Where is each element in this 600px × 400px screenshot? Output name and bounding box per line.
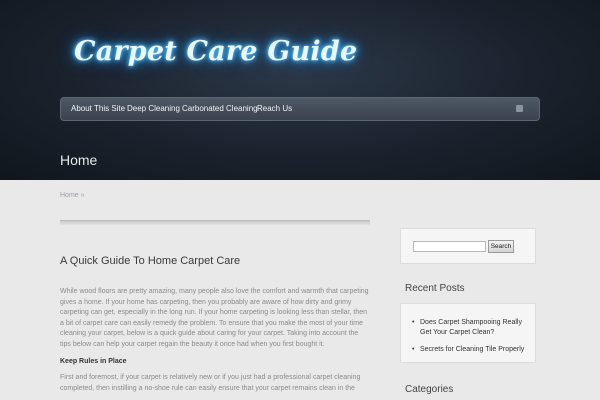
- nav-item-deep-cleaning[interactable]: Deep Cleaning: [127, 98, 180, 120]
- content-divider: [60, 220, 370, 225]
- breadcrumb[interactable]: Home »: [60, 192, 85, 199]
- recent-posts-title: Recent Posts: [405, 283, 465, 294]
- nav-item-reach-us[interactable]: Reach Us: [257, 98, 292, 120]
- recent-post-link[interactable]: Secrets for Cleaning Tile Properly: [412, 345, 530, 355]
- search-input[interactable]: [413, 241, 486, 252]
- content-area: Home » A Quick Guide To Home Carpet Care…: [0, 180, 600, 400]
- recent-post-link[interactable]: Does Carpet Shampooing Really Get Your C…: [412, 318, 530, 338]
- recent-post-item[interactable]: • Secrets for Cleaning Tile Properly: [412, 345, 530, 355]
- rss-icon[interactable]: [516, 105, 523, 112]
- post-title[interactable]: A Quick Guide To Home Carpet Care: [60, 255, 240, 267]
- recent-posts-widget: • Does Carpet Shampooing Really Get Your…: [400, 303, 536, 363]
- search-button[interactable]: Search: [488, 240, 514, 253]
- post-paragraph: First and foremost, if your carpet is re…: [60, 374, 361, 392]
- page-title: Home: [60, 152, 98, 168]
- main-nav: About This Site Deep Cleaning Carbonated…: [60, 97, 540, 121]
- bullet-icon: •: [412, 319, 415, 326]
- post-paragraph: While wood floors are pretty amazing, ma…: [60, 288, 369, 348]
- post-body: While wood floors are pretty amazing, ma…: [60, 287, 370, 400]
- nav-item-carbonated-cleaning[interactable]: Carbonated Cleaning: [182, 98, 258, 120]
- recent-post-item[interactable]: • Does Carpet Shampooing Really Get Your…: [412, 318, 530, 338]
- site-header: Carpet Care Guide About This Site Deep C…: [0, 0, 600, 180]
- post-subheading: Keep Rules in Place: [60, 357, 127, 365]
- search-widget: Search: [400, 228, 536, 264]
- site-logo[interactable]: Carpet Care Guide: [74, 36, 357, 67]
- nav-item-about[interactable]: About This Site: [71, 98, 125, 120]
- bullet-icon: •: [412, 346, 415, 353]
- categories-title: Categories: [405, 384, 454, 395]
